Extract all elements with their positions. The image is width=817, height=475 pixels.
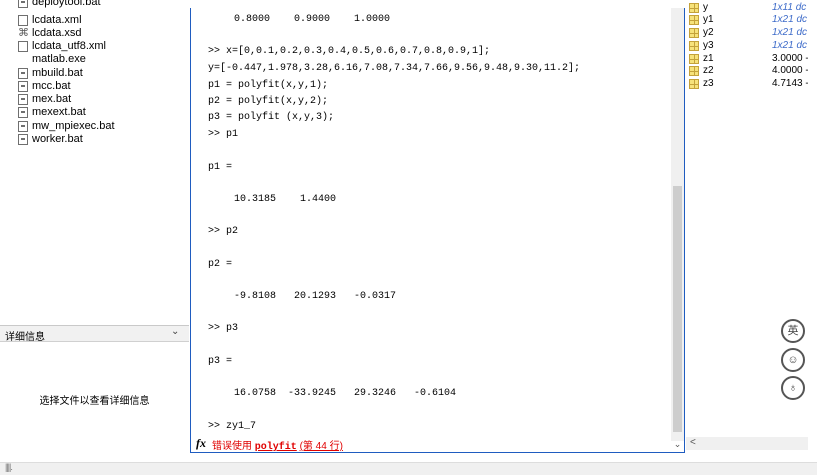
command-window-scrollbar[interactable]: [671, 8, 684, 441]
workspace-hscrollbar[interactable]: <: [686, 437, 808, 450]
bat-file-icon: bat-file-icon: [18, 94, 28, 105]
status-grip: ||||.: [5, 462, 13, 472]
bat-file-icon: bat-file-icon: [18, 107, 28, 118]
details-header[interactable]: 详细信息 ⌄: [0, 326, 189, 343]
variable-value: 4.0000 -: [772, 65, 809, 76]
bat-file-icon: bat-file-icon: [18, 68, 28, 79]
command-input-line: >> p2: [208, 226, 239, 237]
error-message: 错误使用 polyfit (第 44 行): [212, 437, 343, 453]
matrix-variable-icon: [689, 15, 699, 25]
command-output-line: 0.8000 0.9000 1.0000: [234, 14, 391, 25]
command-input-line: p1 = polyfit(x,y,1);: [208, 80, 329, 91]
matlab-exe-icon: matlab-exe-icon: [18, 54, 28, 65]
matrix-variable-icon: [689, 79, 699, 89]
workspace-variable-row[interactable]: z3 4.7143 -: [686, 78, 809, 90]
file-item-label: mw_mpiexec.bat: [32, 120, 115, 132]
details-panel: 详细信息 ⌄ 选择文件以查看详细信息: [0, 325, 189, 463]
window-edge: [808, 0, 817, 462]
variable-value: 1x21 dc: [772, 40, 808, 51]
bat-file-icon: bat-file-icon: [18, 0, 28, 8]
scroll-down-icon[interactable]: ⌄: [672, 439, 683, 450]
command-output-line: 10.3185 1.4400: [234, 194, 337, 205]
variable-name: y3: [703, 40, 714, 51]
command-output-line: 16.0758 -33.9245 29.3246 -0.6104: [234, 388, 457, 399]
matrix-variable-icon: [689, 54, 699, 64]
variable-value: 4.7143 -: [772, 78, 809, 89]
fx-prompt-icon[interactable]: fx: [196, 436, 206, 451]
scrollbar-thumb[interactable]: [673, 186, 682, 432]
command-input-line: p2 = polyfit(x,y,2);: [208, 96, 329, 107]
command-input-line: >> p3: [208, 323, 239, 334]
variable-name: z3: [703, 78, 714, 89]
variable-name: z2: [703, 65, 714, 76]
command-output-line: -9.8108 20.1293 -0.0317: [234, 291, 397, 302]
matrix-variable-icon: [689, 28, 699, 38]
workspace-variable-row[interactable]: y1 1x21 dc: [686, 14, 808, 26]
bat-file-icon: bat-file-icon: [18, 121, 28, 132]
matrix-variable-icon: [689, 66, 699, 76]
command-input-line: >> x=[0,0.1,0.2,0.3,0.4,0.5,0.6,0.7,0.8,…: [208, 46, 491, 57]
command-input-line: >> p1: [208, 129, 239, 140]
current-folder-panel: bat-file-icon deploytool.bat xml-file-icon…: [0, 0, 189, 325]
file-item-label: lcdata.xsd: [32, 27, 82, 39]
file-item-label: mcc.bat: [32, 80, 71, 92]
variable-name: y1: [703, 14, 714, 25]
workspace-variable-row[interactable]: y2 1x21 dc: [686, 27, 808, 39]
error-function-link[interactable]: polyfit: [255, 442, 297, 453]
command-input-line: p1 =: [208, 162, 233, 173]
workspace-variable-row[interactable]: y3 1x21 dc: [686, 40, 808, 52]
file-item-label: lcdata.xml: [32, 14, 82, 26]
command-input-line: >> zy1_7: [208, 421, 257, 432]
command-input-line: y=[-0.447,1.978,3.28,6.16,7.08,7.34,7.66…: [208, 63, 581, 74]
file-item-label: mbuild.bat: [32, 67, 83, 79]
details-hint: 选择文件以查看详细信息: [39, 396, 150, 407]
workspace-variable-row[interactable]: z1 3.0000 -: [686, 53, 809, 65]
file-item-label: mex.bat: [32, 93, 72, 105]
command-window[interactable]: 0.8000 0.9000 1.0000 >> x=[0,0.1,0.2,0.3,…: [190, 8, 685, 453]
file-item-label: lcdata_utf8.xml: [32, 40, 106, 52]
emoji-button[interactable]: ☺: [781, 348, 805, 372]
scroll-left-icon[interactable]: <: [690, 437, 696, 448]
variable-name: y2: [703, 27, 714, 38]
error-line-link[interactable]: (第 44 行): [300, 441, 343, 452]
details-title: 详细信息: [5, 332, 45, 343]
error-prefix: 错误使用: [212, 441, 255, 452]
file-item-label: matlab.exe: [32, 53, 86, 65]
file-item-label: mexext.bat: [32, 106, 86, 118]
variable-value: 3.0000 -: [772, 53, 809, 64]
command-input-line: p3 = polyfit (x,y,3);: [208, 112, 335, 123]
xsd-file-icon: ⌘: [18, 28, 28, 39]
command-input-line: p3 =: [208, 356, 233, 367]
variable-value: 1x11 dc: [772, 2, 807, 13]
translate-button[interactable]: 英: [781, 319, 805, 343]
file-item-label: deploytool.bat: [32, 0, 101, 8]
matrix-variable-icon: [689, 3, 699, 13]
xml-file-icon: xml-file-icon: [18, 15, 28, 26]
xml-file-icon: xml-file-icon: [18, 41, 28, 52]
command-input-line: p2 =: [208, 259, 233, 270]
chevron-down-icon[interactable]: ⌄: [171, 326, 179, 337]
variable-value: 1x21 dc: [772, 27, 808, 38]
bat-file-icon: bat-file-icon: [18, 134, 28, 145]
variable-name: y: [703, 2, 708, 13]
file-item-label: worker.bat: [32, 133, 83, 145]
workspace-variable-row[interactable]: z2 4.0000 -: [686, 65, 809, 77]
bat-file-icon: bat-file-icon: [18, 81, 28, 92]
status-bar: ||||.: [0, 462, 817, 475]
variable-name: z1: [703, 53, 714, 64]
variable-value: 1x21 dc: [772, 14, 808, 25]
workspace-variable-row[interactable]: y 1x11 dc: [686, 2, 808, 14]
skin-button[interactable]: ♁: [781, 376, 805, 400]
matrix-variable-icon: [689, 41, 699, 51]
